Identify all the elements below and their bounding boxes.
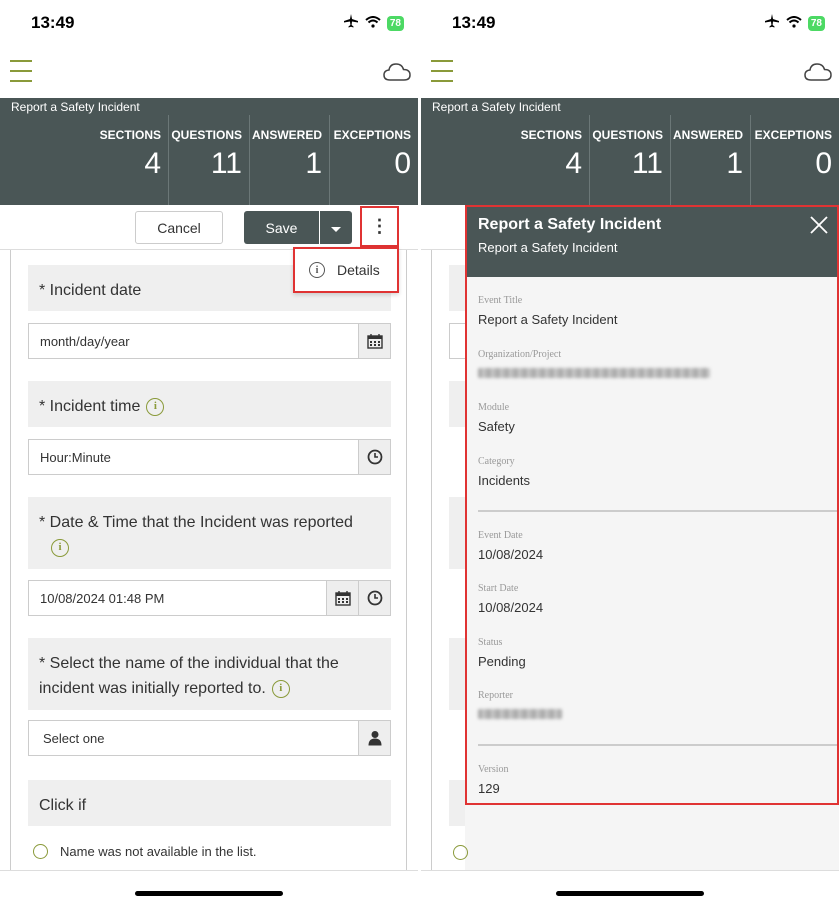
field-status: Status Pending [478, 637, 526, 669]
field-reporter: Reporter [478, 690, 562, 722]
airplane-icon [764, 14, 780, 33]
wifi-icon [365, 15, 381, 33]
radio-button[interactable] [33, 844, 48, 859]
option-name-not-available[interactable]: Name was not available in the list. [33, 844, 257, 859]
stat-exceptions: EXCEPTIONS 0 [754, 128, 832, 180]
stat-questions: QUESTIONS 11 [169, 115, 250, 205]
field-event-title: Event Title Report a Safety Incident [478, 295, 618, 327]
question-incident-time: * Incident time i [28, 381, 391, 427]
clock-icon[interactable] [358, 440, 390, 474]
info-icon[interactable]: i [146, 397, 165, 416]
app-header [0, 48, 418, 98]
home-indicator[interactable] [135, 891, 283, 896]
field-category: Category Incidents [478, 456, 531, 488]
field-module: Module Safety [478, 402, 515, 434]
divider [478, 510, 837, 512]
reported-to-select[interactable]: Select one [28, 720, 391, 756]
form-body: * Incident date month/day/year * Inciden… [10, 250, 407, 870]
field-start-date: Start Date 10/08/2024 [478, 583, 544, 615]
battery-icon: 78 [386, 16, 404, 31]
save-options-button[interactable] [320, 211, 352, 244]
details-menu-item[interactable]: i Details [293, 247, 399, 293]
airplane-icon [343, 14, 359, 33]
menu-icon[interactable] [10, 60, 32, 84]
info-icon: i [309, 262, 325, 278]
status-time: 13:49 [452, 13, 496, 32]
field-event-date: Event Date 10/08/2024 [478, 530, 544, 562]
form-summary: Report a Safety Incident SECTIONS 4 QUES… [421, 98, 839, 205]
wifi-icon [786, 15, 802, 33]
info-icon[interactable]: i [271, 679, 290, 698]
stat-questions: QUESTIONS 11 [590, 115, 671, 205]
details-panel-title: Report a Safety Incident [478, 216, 662, 233]
calendar-icon[interactable] [358, 324, 390, 358]
field-version: Version 129 [478, 764, 509, 796]
user-icon[interactable] [358, 721, 390, 755]
stat-exceptions: EXCEPTIONS 0 [333, 128, 411, 180]
form-toolbar: Cancel Save ⋮ [0, 205, 418, 250]
radio-button [453, 845, 468, 860]
question-reported-datetime: * Date & Time that the Incident was repo… [28, 497, 391, 569]
details-panel-subtitle: Report a Safety Incident [478, 240, 618, 255]
incident-date-input[interactable]: month/day/year [28, 323, 391, 359]
stat-answered: ANSWERED 1 [671, 115, 751, 205]
reported-datetime-input[interactable]: 10/08/2024 01:48 PM [28, 580, 391, 616]
redacted-value [478, 709, 562, 719]
status-bar: 13:49 78 [421, 0, 839, 48]
cloud-icon[interactable] [383, 62, 411, 87]
info-icon[interactable]: i [51, 538, 69, 557]
battery-icon: 78 [807, 16, 825, 31]
app-header [421, 48, 839, 98]
details-panel-header: Report a Safety Incident Report a Safety… [467, 207, 837, 277]
stat-answered: ANSWERED 1 [250, 115, 330, 205]
close-icon[interactable] [809, 215, 829, 235]
right-screen: 13:49 78 Report a Safety Incident SECTIO… [421, 0, 839, 905]
field-organization: Organization/Project [478, 349, 710, 381]
question-click-if: Click if [28, 780, 391, 826]
home-indicator[interactable] [556, 891, 704, 896]
stat-sections: SECTIONS 4 [0, 115, 169, 205]
status-time: 13:49 [31, 13, 75, 32]
divider [478, 744, 837, 746]
form-summary: Report a Safety Incident SECTIONS 4 QUES… [0, 98, 418, 205]
incident-time-input[interactable]: Hour:Minute [28, 439, 391, 475]
form-title: Report a Safety Incident [11, 100, 140, 114]
calendar-icon[interactable] [326, 581, 358, 615]
caret-down-icon [331, 227, 341, 232]
question-reported-to: * Select the name of the individual that… [28, 638, 391, 710]
status-bar: 13:49 78 [0, 0, 418, 48]
more-options-button[interactable]: ⋮ [360, 206, 399, 247]
redacted-value [478, 368, 710, 378]
form-title: Report a Safety Incident [432, 100, 561, 114]
cancel-button[interactable]: Cancel [135, 211, 223, 244]
stat-sections: SECTIONS 4 [421, 115, 590, 205]
clock-icon[interactable] [358, 581, 390, 615]
cloud-icon[interactable] [804, 62, 832, 87]
details-panel: Report a Safety Incident Report a Safety… [465, 205, 839, 805]
save-button[interactable]: Save [244, 211, 319, 244]
menu-icon[interactable] [431, 60, 453, 84]
left-screen: 13:49 78 Report a Safety Incident SECTIO… [0, 0, 418, 905]
